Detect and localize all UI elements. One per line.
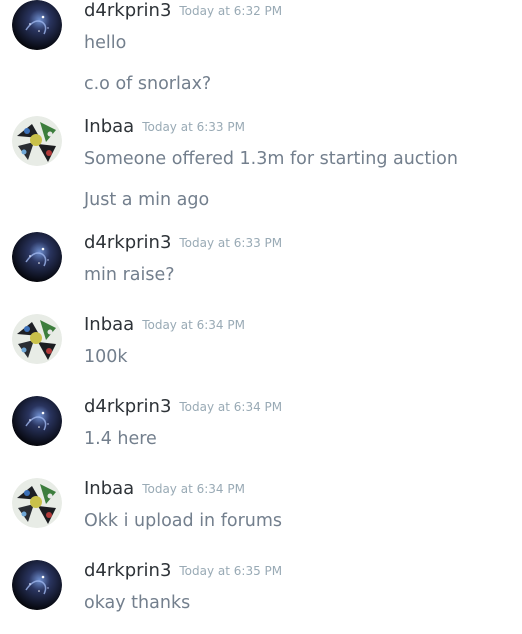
- author-name[interactable]: d4rkprin3 Today at 6:34 PM: [84, 396, 282, 418]
- message-timestamp: Today at 6:35 PM: [179, 564, 283, 578]
- author-name[interactable]: d4rkprin3 Today at 6:33 PM: [84, 232, 282, 254]
- message-text: okay thanks: [84, 593, 191, 613]
- message-timestamp: Today at 6:34 PM: [142, 482, 245, 496]
- message-timestamp: Today at 6:33 PM: [179, 236, 283, 250]
- message-timestamp: Today at 6:33 PM: [142, 120, 245, 134]
- message-text: hello: [84, 33, 127, 53]
- collage-avatar[interactable]: [12, 116, 62, 166]
- message-text: Just a min ago: [84, 190, 210, 210]
- galaxy-avatar[interactable]: [12, 396, 62, 446]
- galaxy-avatar[interactable]: [12, 0, 62, 50]
- author-name[interactable]: Inbaa Today at 6:34 PM: [84, 314, 245, 336]
- message-timestamp: Today at 6:34 PM: [142, 318, 245, 332]
- message-text: 1.4 here: [84, 429, 157, 449]
- collage-avatar[interactable]: [12, 478, 62, 528]
- author-name[interactable]: Inbaa Today at 6:33 PM: [84, 116, 245, 138]
- message-text: Someone offered 1.3m for starting auctio…: [84, 149, 458, 169]
- galaxy-avatar[interactable]: [12, 232, 62, 282]
- message-text: 100k: [84, 347, 128, 367]
- galaxy-avatar[interactable]: [12, 560, 62, 610]
- message-timestamp: Today at 6:32 PM: [179, 4, 283, 18]
- message-text: c.o of snorlax?: [84, 74, 212, 94]
- collage-avatar[interactable]: [12, 314, 62, 364]
- message-text: Okk i upload in forums: [84, 511, 283, 531]
- message-text: min raise?: [84, 265, 175, 285]
- author-name[interactable]: d4rkprin3 Today at 6:35 PM: [84, 560, 282, 582]
- author-name[interactable]: Inbaa Today at 6:34 PM: [84, 478, 245, 500]
- chat-log: d4rkprin3 Today at 6:32 PM hello c.o of s…: [0, 0, 522, 634]
- message-timestamp: Today at 6:34 PM: [179, 400, 283, 414]
- author-name[interactable]: d4rkprin3 Today at 6:32 PM: [84, 0, 282, 22]
